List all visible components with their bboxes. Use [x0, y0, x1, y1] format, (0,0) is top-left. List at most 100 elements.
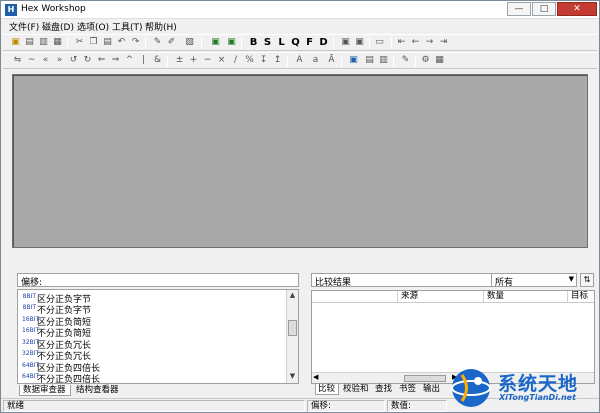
menu-disk[interactable]: 磁盘(D): [42, 20, 74, 33]
short-mode-button[interactable]: S: [261, 36, 274, 49]
goto-icon[interactable]: ▧: [183, 36, 196, 49]
menu-tools[interactable]: 工具(T): [112, 20, 143, 33]
save-icon[interactable]: ▥: [37, 36, 50, 49]
list-item[interactable]: 16BIT不分正负简短: [22, 326, 91, 339]
redo-icon[interactable]: ↷: [129, 36, 142, 49]
scroll-down-icon[interactable]: ▼: [287, 371, 298, 382]
shift-right-icon[interactable]: »: [53, 54, 66, 67]
column-header-source[interactable]: 来源: [398, 291, 484, 302]
print-icon[interactable]: ▦: [51, 36, 64, 49]
checksum-icon[interactable]: ▤: [363, 54, 376, 67]
bookmark-icon[interactable]: ▣: [209, 36, 222, 49]
list-item[interactable]: 64BIT不分正负四倍长: [22, 372, 100, 383]
tab-find[interactable]: 查找: [373, 384, 397, 395]
xor-icon[interactable]: ^: [123, 54, 136, 67]
shift-left-icon[interactable]: «: [39, 54, 52, 67]
column-header-target[interactable]: 目标: [568, 291, 594, 302]
chevron-down-icon[interactable]: ▼: [569, 275, 574, 283]
prev-icon[interactable]: ←: [409, 36, 422, 49]
toolbar-main: ▣ ▤ ▥ ▦ ✂ ❐ ▤ ↶ ↷ ✎ ✐ ▧ ▣ ▣ B S L Q F D …: [3, 34, 597, 51]
document-workspace[interactable]: [12, 74, 588, 248]
scroll-thumb-horizontal[interactable]: [404, 375, 446, 382]
status-offset: 偏移:: [307, 400, 385, 412]
scroll-up-icon[interactable]: ▲: [287, 290, 298, 301]
paste-icon[interactable]: ▤: [101, 36, 114, 49]
hex-icon[interactable]: ▣: [353, 36, 366, 49]
multiply-icon[interactable]: ×: [215, 54, 228, 67]
watermark-logo: 系统天地 XiTongTianDi.net: [448, 365, 598, 411]
replace-icon[interactable]: ✐: [165, 36, 178, 49]
menu-file[interactable]: 文件(F): [9, 20, 39, 33]
column-header-blank[interactable]: [312, 291, 398, 302]
bookmark-next-icon[interactable]: ▣: [225, 36, 238, 49]
copy-icon[interactable]: ❐: [87, 36, 100, 49]
compare-icon[interactable]: ▣: [347, 54, 360, 67]
tab-checksum[interactable]: 校验和: [341, 384, 373, 395]
rotate-right-icon[interactable]: ↻: [81, 54, 94, 67]
settings-icon[interactable]: ⚙: [419, 54, 432, 67]
separator: [333, 37, 334, 49]
tools-icon[interactable]: ✎: [399, 54, 412, 67]
first-icon[interactable]: ⇤: [395, 36, 408, 49]
list-item[interactable]: 8BIT不分正负字节: [22, 303, 91, 316]
list-item[interactable]: 16BIT区分正负简短: [22, 315, 91, 328]
structure-icon[interactable]: ▥: [377, 54, 390, 67]
tab-bookmarks[interactable]: 书签: [397, 384, 421, 395]
case-lower-icon[interactable]: a: [309, 54, 322, 67]
upper-icon[interactable]: ↥: [271, 54, 284, 67]
lower-icon[interactable]: ↧: [257, 54, 270, 67]
tab-structure-viewer[interactable]: 结构查看器: [73, 385, 125, 396]
case-invert-icon[interactable]: Ā: [325, 54, 338, 67]
long-mode-button[interactable]: L: [275, 36, 288, 49]
sort-button[interactable]: ⇅: [580, 273, 594, 287]
divide-icon[interactable]: ∕: [229, 54, 242, 67]
separator: [341, 55, 342, 67]
filter-select[interactable]: 所有 ▼: [491, 273, 577, 288]
menu-options[interactable]: 选项(O): [77, 20, 109, 33]
invert-icon[interactable]: ~: [25, 54, 38, 67]
column-header-count[interactable]: 数量: [484, 291, 568, 302]
list-item[interactable]: 32BIT区分正负冗长: [22, 338, 91, 351]
float-mode-button[interactable]: F: [303, 36, 316, 49]
inspector-list[interactable]: 8BIT区分正负字节 8BIT不分正负字节 16BIT区分正负简短 16BIT不…: [17, 289, 299, 384]
maximize-button[interactable]: □: [532, 2, 556, 16]
scroll-thumb[interactable]: [288, 320, 297, 336]
or-icon[interactable]: |: [137, 54, 150, 67]
cut-icon[interactable]: ✂: [73, 36, 86, 49]
list-item[interactable]: 64BIT区分正负四倍长: [22, 361, 100, 374]
quad-mode-button[interactable]: Q: [289, 36, 302, 49]
find-icon[interactable]: ✎: [151, 36, 164, 49]
mod-icon[interactable]: %: [243, 54, 256, 67]
last-icon[interactable]: ⇥: [437, 36, 450, 49]
sign-icon[interactable]: ±: [173, 54, 186, 67]
calculator-icon[interactable]: ▦: [433, 54, 446, 67]
inspector-scrollbar[interactable]: ▲ ▼: [286, 290, 298, 383]
block-left-icon[interactable]: ⇐: [95, 54, 108, 67]
block-right-icon[interactable]: ⇒: [109, 54, 122, 67]
minimize-button[interactable]: —: [507, 2, 531, 16]
subtract-icon[interactable]: −: [201, 54, 214, 67]
tab-output[interactable]: 输出: [421, 384, 445, 395]
swap-icon[interactable]: ⇋: [11, 54, 24, 67]
open-icon[interactable]: ▣: [9, 36, 22, 49]
tab-data-inspector[interactable]: 数据审查器: [19, 385, 71, 396]
window-icon[interactable]: ▭: [373, 36, 386, 49]
next-icon[interactable]: →: [423, 36, 436, 49]
undo-icon[interactable]: ↶: [115, 36, 128, 49]
rotate-left-icon[interactable]: ↺: [67, 54, 80, 67]
list-item[interactable]: 32BIT不分正负冗长: [22, 349, 91, 362]
byte-mode-button[interactable]: B: [247, 36, 260, 49]
separator: [241, 37, 242, 49]
open-folder-icon[interactable]: ▤: [23, 36, 36, 49]
separator: [201, 37, 202, 49]
close-button[interactable]: ✕: [557, 2, 597, 16]
tab-compare[interactable]: 比较: [315, 384, 339, 395]
and-icon[interactable]: &: [151, 54, 164, 67]
double-mode-button[interactable]: D: [317, 36, 330, 49]
add-icon[interactable]: +: [187, 54, 200, 67]
case-upper-icon[interactable]: A: [293, 54, 306, 67]
list-item[interactable]: 8BIT区分正负字节: [22, 292, 91, 305]
menu-help[interactable]: 帮助(H): [145, 20, 177, 33]
dec-icon[interactable]: ▣: [339, 36, 352, 49]
scroll-left-icon[interactable]: ◀: [313, 373, 318, 381]
